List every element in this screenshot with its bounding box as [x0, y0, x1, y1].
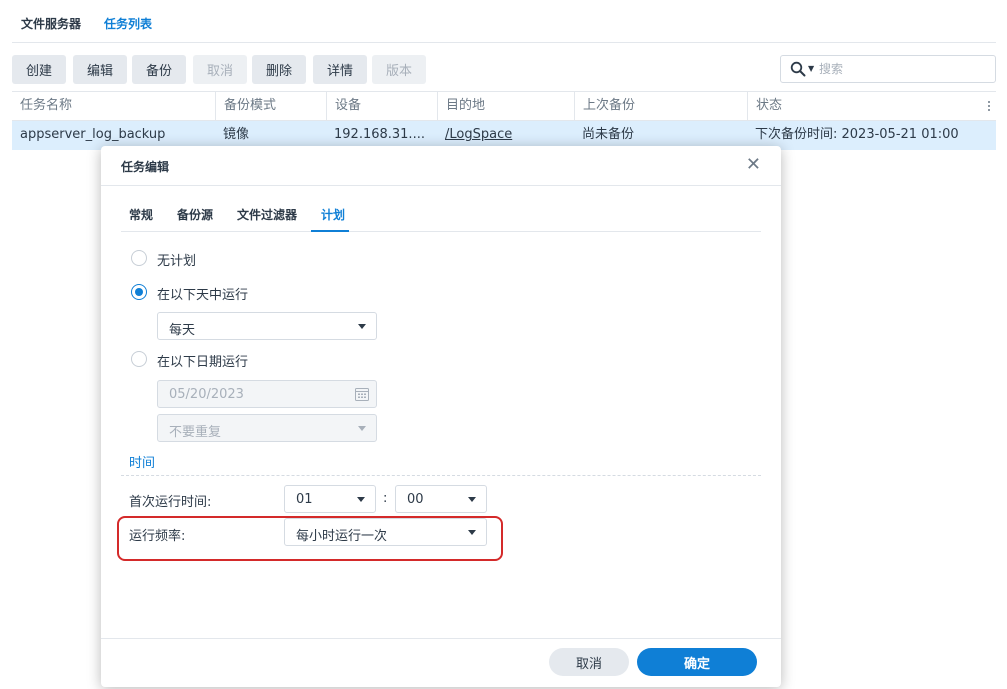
annotation-highlight-box [117, 516, 503, 561]
dialog-title: 任务编辑 [121, 160, 170, 174]
time-section-title: 时间 [129, 456, 156, 471]
run-on-days-radio[interactable] [131, 284, 147, 300]
hour-select[interactable]: 01 [284, 485, 376, 513]
create-button[interactable]: 创建 [12, 55, 66, 84]
tab-schedule[interactable]: 计划 [321, 206, 345, 223]
chevron-down-icon [358, 324, 366, 329]
edit-button[interactable]: 编辑 [73, 55, 127, 84]
search-input[interactable] [819, 59, 989, 79]
minute-select[interactable]: 00 [395, 485, 487, 513]
search-box[interactable]: ▼ [780, 55, 996, 83]
tab-file-filter[interactable]: 文件过滤器 [237, 206, 297, 223]
column-header-status[interactable]: 状态 [747, 92, 979, 121]
details-button[interactable]: 详情 [313, 55, 367, 84]
section-divider [121, 475, 761, 476]
day-select-value: 每天 [169, 323, 196, 338]
backup-button[interactable]: 备份 [132, 55, 186, 84]
day-select[interactable]: 每天 [157, 312, 377, 340]
chevron-down-icon [468, 497, 476, 502]
run-on-date-radio[interactable] [131, 351, 147, 367]
cell-status: 下次备份时间: 2023-05-21 01:00 [755, 127, 959, 142]
column-header-mode[interactable]: 备份模式 [215, 92, 326, 121]
version-button[interactable]: 版本 [372, 55, 426, 84]
column-menu-icon[interactable] [988, 99, 992, 113]
tab-general[interactable]: 常规 [129, 206, 153, 223]
cancel-button[interactable]: 取消 [549, 648, 629, 676]
delete-button[interactable]: 删除 [252, 55, 306, 84]
no-schedule-label: 无计划 [157, 254, 197, 269]
close-icon[interactable]: ✕ [746, 156, 761, 174]
column-header-name[interactable]: 任务名称 [12, 92, 215, 121]
hour-select-value: 01 [296, 492, 313, 507]
minute-select-value: 00 [407, 492, 424, 507]
repeat-select-value: 不要重复 [169, 425, 222, 440]
run-on-date-label: 在以下日期运行 [157, 355, 249, 370]
footer-divider [101, 638, 781, 639]
first-run-time-label: 首次运行时间: [129, 495, 212, 510]
column-header-device[interactable]: 设备 [326, 92, 437, 121]
date-input-value: 05/20/2023 [169, 387, 244, 402]
run-on-days-label: 在以下天中运行 [157, 288, 249, 303]
repeat-select[interactable]: 不要重复 [157, 414, 377, 442]
column-header-destination[interactable]: 目的地 [437, 92, 574, 121]
tab-backup-source[interactable]: 备份源 [177, 206, 213, 223]
chevron-down-icon [357, 497, 365, 502]
chevron-down-icon [358, 426, 366, 431]
column-header-last-backup[interactable]: 上次备份 [574, 92, 747, 121]
top-tab-bar: 文件服务器 任务列表 [12, 0, 996, 43]
time-separator: : [383, 491, 388, 506]
tab-task-list[interactable]: 任务列表 [104, 15, 152, 32]
ok-button[interactable]: 确定 [637, 648, 757, 676]
search-options-caret-icon[interactable]: ▼ [808, 64, 814, 73]
no-schedule-radio[interactable] [131, 250, 147, 266]
tab-file-server[interactable]: 文件服务器 [21, 15, 81, 32]
date-input[interactable]: 05/20/2023 [157, 380, 377, 408]
calendar-icon[interactable] [355, 387, 369, 401]
grid-header: 任务名称 备份模式 设备 目的地 上次备份 状态 [12, 91, 996, 121]
active-tab-indicator [311, 230, 349, 232]
task-edit-dialog: 任务编辑 ✕ 常规 备份源 文件过滤器 计划 无计划 在以下天中运行 每天 在以… [101, 146, 781, 687]
title-divider [101, 185, 781, 186]
dialog-tabs: 常规 备份源 文件过滤器 计划 [121, 202, 761, 232]
search-icon [790, 61, 806, 77]
cancel-task-button[interactable]: 取消 [193, 55, 247, 84]
